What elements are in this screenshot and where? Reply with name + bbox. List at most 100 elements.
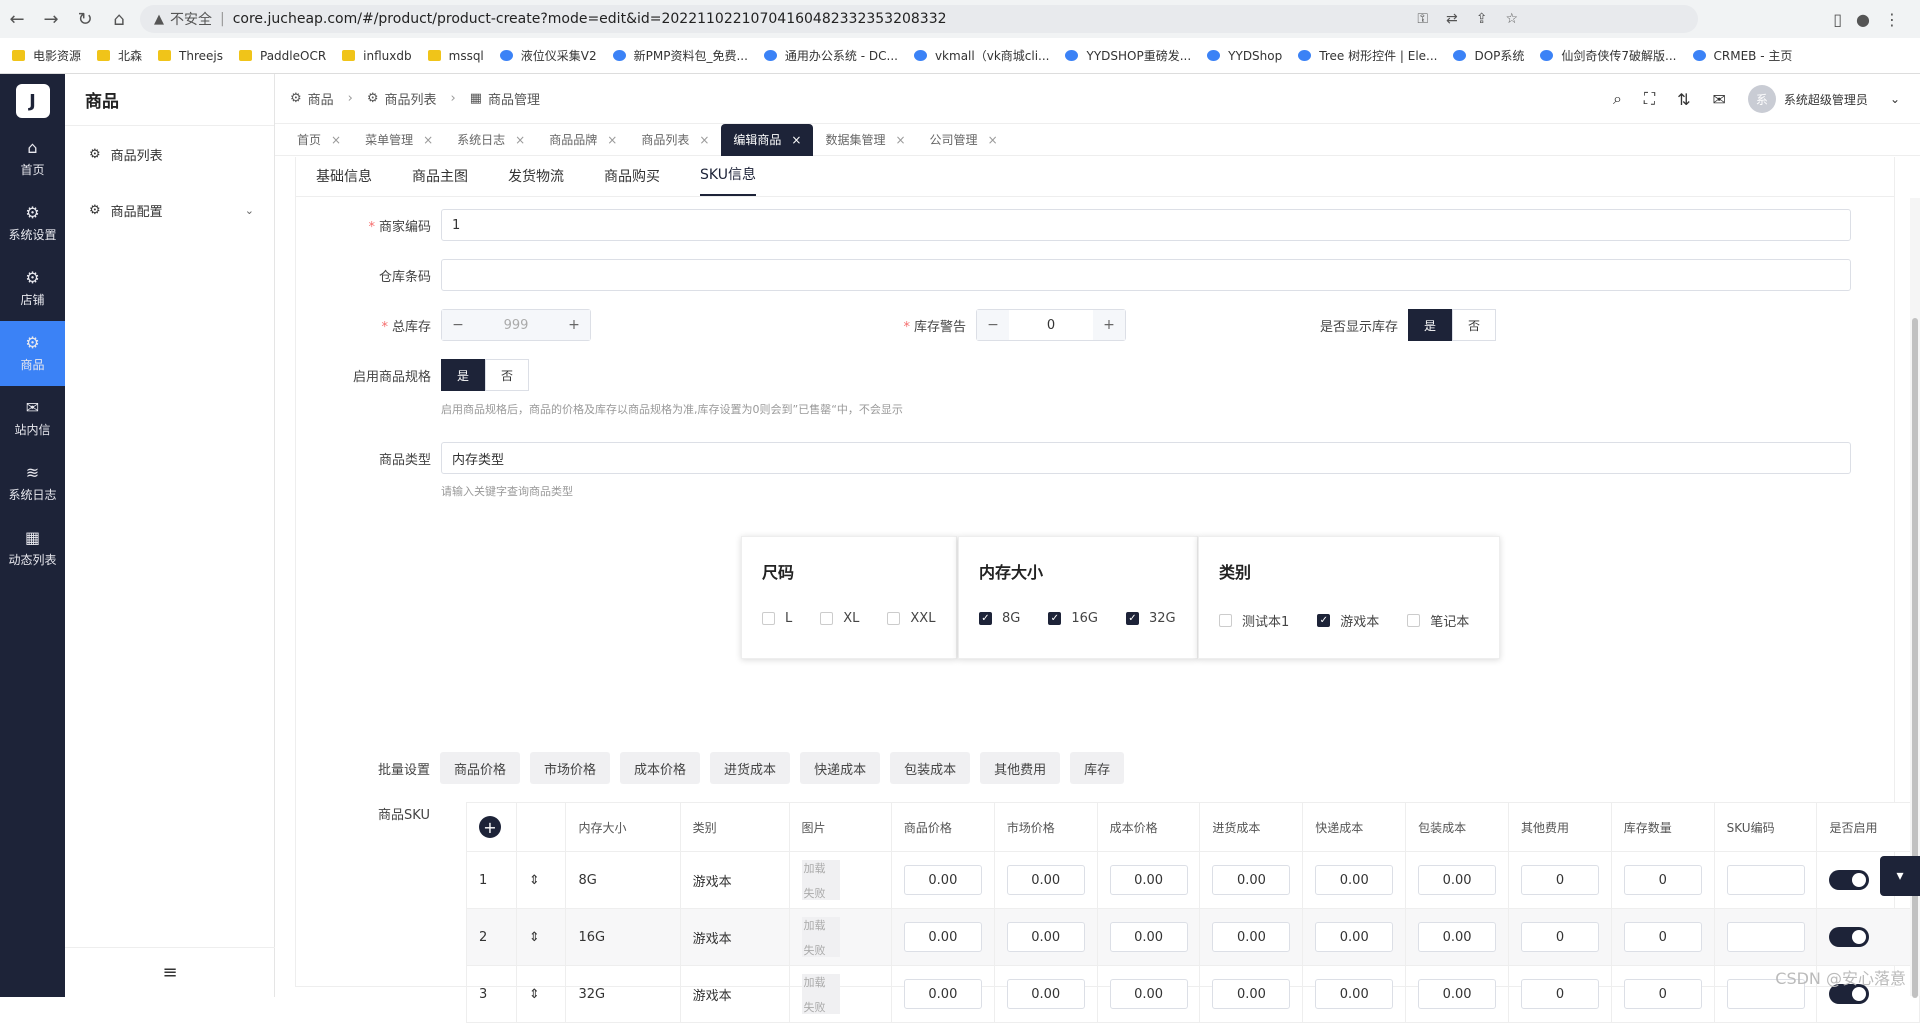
checkbox[interactable]: ✓ <box>1048 612 1062 625</box>
spec-option[interactable]: 测试本1 <box>1219 611 1289 630</box>
checkbox[interactable]: ✓ <box>1317 614 1331 627</box>
bulk-set-button[interactable]: 包装成本 <box>890 752 971 784</box>
purchase-input[interactable]: 0.00 <box>1212 865 1291 895</box>
show-stock-yes-button[interactable]: 是 <box>1408 309 1452 341</box>
checkbox[interactable]: ✓ <box>1125 612 1139 625</box>
key-icon[interactable]: ⚿ <box>1417 11 1428 27</box>
tab-item[interactable]: 数据集管理 × <box>813 124 917 156</box>
chevron-down-icon[interactable]: ⌄ <box>1890 92 1900 106</box>
pack-input[interactable]: 0.00 <box>1418 922 1497 952</box>
close-icon[interactable]: × <box>791 133 801 147</box>
close-icon[interactable]: × <box>607 133 617 147</box>
other-input[interactable]: 0 <box>1520 979 1599 1009</box>
collapse-menu-icon[interactable]: ≡ <box>65 947 275 997</box>
scrollbar-thumb[interactable] <box>1912 318 1918 998</box>
profile-icon[interactable]: ● <box>1856 10 1870 29</box>
stock-warning-stepper[interactable]: − 0 + <box>976 309 1126 341</box>
sidebar-item-product-config[interactable]: ⚙ 商品配置 ⌄ <box>65 182 274 238</box>
show-stock-no-button[interactable]: 否 <box>1452 309 1496 341</box>
home-icon[interactable]: ⌂ <box>102 0 136 38</box>
tab-item[interactable]: 系统日志 × <box>445 124 537 156</box>
tab-item[interactable]: 首页 × <box>285 124 353 156</box>
section-tab[interactable]: SKU信息 <box>700 164 756 196</box>
reload-icon[interactable]: ↻ <box>68 0 102 38</box>
tab-item[interactable]: 商品列表 × <box>629 124 721 156</box>
rail-item[interactable]: ⚙ 商品 <box>0 321 65 386</box>
bulk-set-button[interactable]: 成本价格 <box>620 752 701 784</box>
breadcrumb-item[interactable]: 商品 <box>308 89 334 108</box>
minus-icon[interactable]: − <box>977 310 1009 340</box>
bulk-set-button[interactable]: 商品价格 <box>440 752 521 784</box>
market-input[interactable]: 0.00 <box>1006 922 1085 952</box>
tab-item[interactable]: 公司管理 × <box>918 124 1010 156</box>
bookmark-item[interactable]: 新PMP资料包_免费... <box>612 47 748 64</box>
section-tab[interactable]: 商品购买 <box>604 166 660 196</box>
app-logo[interactable]: J <box>15 84 50 118</box>
checkbox[interactable] <box>820 612 834 625</box>
enabled-switch[interactable] <box>1829 927 1870 947</box>
fullscreen-icon[interactable]: ⛶ <box>1644 89 1655 109</box>
purchase-input[interactable]: 0.00 <box>1212 922 1291 952</box>
bookmark-item[interactable]: DOP系统 <box>1453 47 1524 64</box>
close-icon[interactable]: × <box>988 133 998 147</box>
price-input[interactable]: 0.00 <box>903 865 982 895</box>
bulk-set-button[interactable]: 库存 <box>1070 752 1125 784</box>
feedback-icon[interactable]: ▾ <box>1880 856 1920 896</box>
tab-item[interactable]: 商品品牌 × <box>537 124 629 156</box>
star-icon[interactable]: ☆ <box>1505 11 1518 27</box>
other-input[interactable]: 0 <box>1520 865 1599 895</box>
purchase-input[interactable]: 0.00 <box>1212 979 1291 1009</box>
breadcrumb-item[interactable]: 商品列表 <box>385 89 437 108</box>
sku-input[interactable] <box>1726 865 1805 895</box>
close-icon[interactable]: × <box>423 133 433 147</box>
sku-input[interactable] <box>1726 922 1805 952</box>
express-input[interactable]: 0.00 <box>1315 922 1394 952</box>
enable-spec-no-button[interactable]: 否 <box>485 359 529 391</box>
spec-option[interactable]: 笔记本 <box>1407 611 1469 630</box>
rail-item[interactable]: ⌂ 首页 <box>0 126 65 191</box>
cost-input[interactable]: 0.00 <box>1109 865 1188 895</box>
username[interactable]: 系统超级管理员 <box>1784 91 1868 108</box>
cost-input[interactable]: 0.00 <box>1109 922 1188 952</box>
forward-icon[interactable]: → <box>34 0 68 38</box>
checkbox[interactable] <box>762 612 775 625</box>
cost-input[interactable]: 0.00 <box>1109 979 1188 1009</box>
back-icon[interactable]: ← <box>0 0 34 38</box>
address-bar[interactable]: ▲ 不安全 | core.jucheap.com/#/product/produ… <box>140 5 1698 33</box>
pack-input[interactable]: 0.00 <box>1418 865 1497 895</box>
stock-input[interactable]: 0 <box>1623 979 1702 1009</box>
bulk-set-button[interactable]: 市场价格 <box>530 752 611 784</box>
section-tab[interactable]: 发货物流 <box>508 166 564 196</box>
price-input[interactable]: 0.00 <box>903 922 982 952</box>
rail-item[interactable]: ≋ 系统日志 <box>0 451 65 516</box>
stock-input[interactable]: 0 <box>1623 865 1702 895</box>
image-upload[interactable]: 加载 失败 <box>801 860 840 900</box>
sidebar-item-product-list[interactable]: ⚙ 商品列表 <box>65 126 274 182</box>
bookmark-item[interactable]: 液位仪采集V2 <box>499 47 597 64</box>
share-icon[interactable]: ⇪ <box>1476 11 1488 27</box>
bookmark-item[interactable]: Tree 树形控件 | Ele... <box>1298 47 1437 64</box>
enable-spec-yes-button[interactable]: 是 <box>441 359 485 391</box>
express-input[interactable]: 0.00 <box>1315 979 1394 1009</box>
bulk-set-button[interactable]: 快递成本 <box>800 752 881 784</box>
stock-warning-value[interactable]: 0 <box>1009 318 1093 333</box>
spec-option[interactable]: ✓ 16G <box>1048 611 1098 626</box>
checkbox[interactable]: ✓ <box>979 612 992 625</box>
rail-item[interactable]: ✉ 站内信 <box>0 386 65 451</box>
bookmark-item[interactable]: mssql <box>427 49 484 63</box>
spec-option[interactable]: ✓ 8G <box>979 611 1020 626</box>
bookmark-item[interactable]: 北森 <box>97 47 142 64</box>
rail-item[interactable]: ⚙ 店铺 <box>0 256 65 321</box>
sidepanel-icon[interactable]: ▯ <box>1833 10 1842 29</box>
rail-item[interactable]: ▦ 动态列表 <box>0 516 65 581</box>
drag-handle-icon[interactable]: ⇕ <box>515 965 567 1023</box>
section-tab[interactable]: 商品主图 <box>412 166 468 196</box>
image-upload[interactable]: 加载 失败 <box>801 974 840 1014</box>
bookmark-item[interactable]: 通用办公系统 - DC... <box>763 47 898 64</box>
tab-item[interactable]: 编辑商品 × <box>721 123 814 156</box>
bookmark-item[interactable]: YYDSHOP重磅发... <box>1065 47 1191 64</box>
checkbox[interactable] <box>1219 614 1232 627</box>
spec-option[interactable]: L <box>762 611 792 626</box>
warehouse-barcode-input[interactable] <box>441 259 1851 291</box>
translate-icon[interactable]: ⇅ <box>1677 90 1690 109</box>
